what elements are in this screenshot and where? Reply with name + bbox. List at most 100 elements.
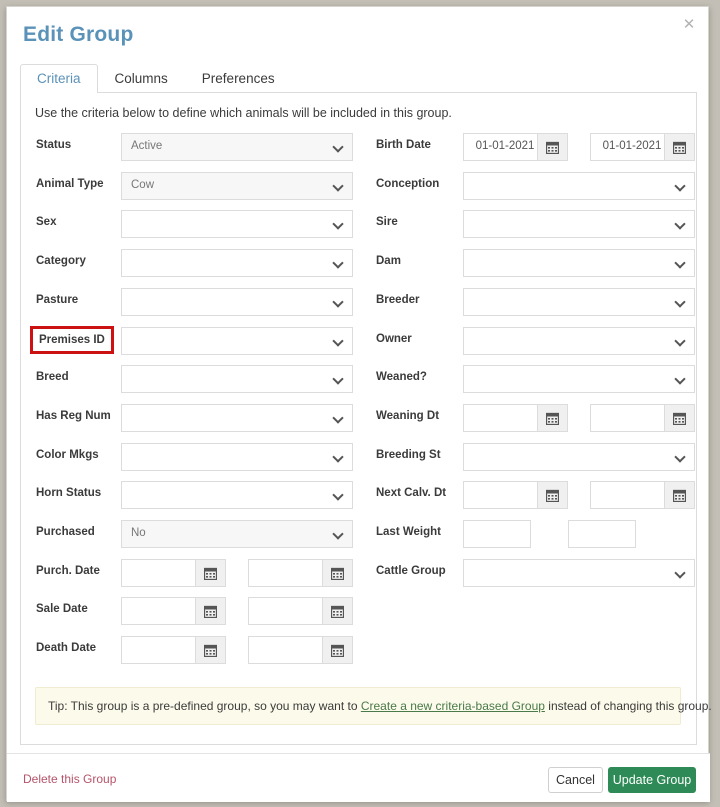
from-date-input-next-calv-dt[interactable]	[463, 481, 538, 509]
delete-group-link[interactable]: Delete this Group	[23, 772, 116, 786]
cancel-button[interactable]: Cancel	[548, 767, 603, 793]
select-breeding-st[interactable]	[463, 443, 695, 471]
from-date-input-birth-date[interactable]: 01-01-2021	[463, 133, 538, 161]
to-date-input-death-date[interactable]	[248, 636, 323, 664]
field-row-death-date: Death Date	[36, 636, 353, 664]
select-horn-status[interactable]	[121, 481, 353, 509]
field-label-weaned: Weaned?	[376, 371, 427, 383]
field-row-category: Category	[36, 249, 353, 277]
chevron-down-icon	[676, 259, 685, 268]
tab-columns[interactable]: Columns	[98, 64, 185, 94]
chevron-down-icon	[334, 298, 343, 307]
to-date-input-sale-date[interactable]	[248, 597, 323, 625]
field-row-has-reg-num: Has Reg Num	[36, 404, 353, 432]
select-animal-type[interactable]: Cow	[121, 172, 353, 200]
select-has-reg-num[interactable]	[121, 404, 353, 432]
calendar-icon	[672, 141, 687, 155]
to-date-input-birth-date[interactable]: 01-01-2021	[590, 133, 665, 161]
from-date-input-sale-date[interactable]	[121, 597, 196, 625]
field-row-horn-status: Horn Status	[36, 481, 353, 509]
field-row-animal-type: Animal Type Cow	[36, 172, 353, 200]
select-value-purchased: No	[131, 527, 146, 539]
select-breed[interactable]	[121, 365, 353, 393]
to-date-picker-button-sale-date[interactable]	[323, 597, 353, 625]
from-date-picker-button-death-date[interactable]	[196, 636, 226, 664]
chevron-down-icon	[334, 414, 343, 423]
select-category[interactable]	[121, 249, 353, 277]
from-date-picker-button-weaning-dt[interactable]	[538, 404, 568, 432]
to-date-input-purch-date[interactable]	[248, 559, 323, 587]
tab-criteria[interactable]: Criteria	[20, 64, 98, 94]
chevron-down-icon	[334, 530, 343, 539]
select-value-animal-type: Cow	[131, 179, 155, 191]
select-sire[interactable]	[463, 210, 695, 238]
field-label-color-mkgs: Color Mkgs	[36, 449, 99, 461]
field-label-birth-date: Birth Date	[376, 139, 431, 151]
select-dam[interactable]	[463, 249, 695, 277]
from-date-picker-button-sale-date[interactable]	[196, 597, 226, 625]
select-owner[interactable]	[463, 327, 695, 355]
field-row-premises-id: Premises ID	[30, 326, 353, 355]
from-date-input-purch-date[interactable]	[121, 559, 196, 587]
field-label-purchased: Purchased	[36, 526, 95, 538]
select-conception[interactable]	[463, 172, 695, 200]
chevron-down-icon	[334, 182, 343, 191]
from-date-picker-button-purch-date[interactable]	[196, 559, 226, 587]
to-date-picker-button-weaning-dt[interactable]	[665, 404, 695, 432]
field-row-sex: Sex	[36, 210, 353, 238]
select-purchased[interactable]: No	[121, 520, 353, 548]
from-date-input-weaning-dt[interactable]	[463, 404, 538, 432]
chevron-down-icon	[676, 337, 685, 346]
calendar-icon	[545, 412, 560, 426]
chevron-down-icon	[334, 375, 343, 384]
tip-text-before: Tip: This group is a pre-defined group, …	[48, 699, 361, 713]
chevron-down-icon	[334, 491, 343, 500]
select-color-mkgs[interactable]	[121, 443, 353, 471]
select-premises-id[interactable]	[121, 327, 353, 355]
calendar-icon	[545, 141, 560, 155]
field-label-owner: Owner	[376, 333, 412, 345]
from-date-picker-button-next-calv-dt[interactable]	[538, 481, 568, 509]
to-date-input-next-calv-dt[interactable]	[590, 481, 665, 509]
from-date-input-death-date[interactable]	[121, 636, 196, 664]
field-row-weaned: Weaned?	[376, 365, 695, 393]
field-row-last-weight: Last Weight	[376, 520, 695, 548]
field-row-purch-date: Purch. Date	[36, 559, 353, 587]
field-row-breed: Breed	[36, 365, 353, 393]
close-icon[interactable]: ✕	[680, 16, 698, 34]
calendar-icon	[203, 567, 218, 581]
field-row-dam: Dam	[376, 249, 695, 277]
tab-preferences[interactable]: Preferences	[185, 64, 292, 94]
field-label-animal-type: Animal Type	[36, 178, 104, 190]
to-date-picker-button-next-calv-dt[interactable]	[665, 481, 695, 509]
to-date-picker-button-birth-date[interactable]	[665, 133, 695, 161]
calendar-icon	[203, 644, 218, 658]
select-status[interactable]: Active	[121, 133, 353, 161]
page-title: Edit Group	[23, 23, 134, 46]
field-row-cattle-group: Cattle Group	[376, 559, 695, 587]
calendar-icon	[330, 567, 345, 581]
chevron-down-icon	[676, 453, 685, 462]
update-group-button[interactable]: Update Group	[608, 767, 696, 793]
criteria-panel: Use the criteria below to define which a…	[20, 93, 712, 745]
to-date-input-weaning-dt[interactable]	[590, 404, 665, 432]
select-breeder[interactable]	[463, 288, 695, 316]
field-label-dam: Dam	[376, 255, 401, 267]
select-pasture[interactable]	[121, 288, 353, 316]
field-row-pasture: Pasture	[36, 288, 353, 316]
select-cattle-group[interactable]	[463, 559, 695, 587]
field-row-color-mkgs: Color Mkgs	[36, 443, 353, 471]
field-label-category: Category	[36, 255, 86, 267]
select-sex[interactable]	[121, 210, 353, 238]
to-date-picker-button-death-date[interactable]	[323, 636, 353, 664]
to-date-picker-button-purch-date[interactable]	[323, 559, 353, 587]
to-value-input-last-weight[interactable]	[568, 520, 636, 548]
create-criteria-group-link[interactable]: Create a new criteria-based Group	[361, 699, 545, 713]
calendar-icon	[330, 644, 345, 658]
from-value-input-last-weight[interactable]	[463, 520, 531, 548]
field-label-sire: Sire	[376, 216, 398, 228]
calendar-icon	[672, 489, 687, 503]
from-date-picker-button-birth-date[interactable]	[538, 133, 568, 161]
field-row-breeding-st: Breeding St	[376, 443, 695, 471]
select-weaned[interactable]	[463, 365, 695, 393]
